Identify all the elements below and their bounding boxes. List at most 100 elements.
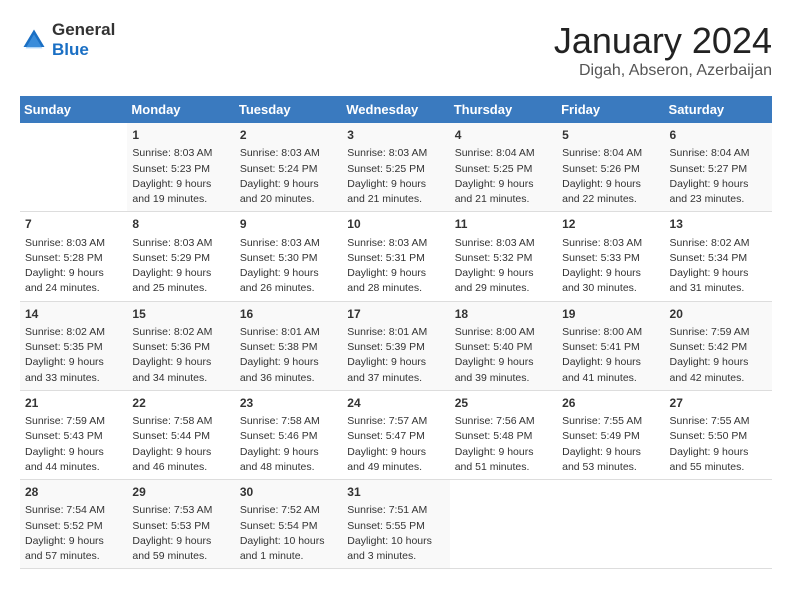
calendar-cell (20, 123, 127, 212)
day-number: 30 (240, 484, 337, 501)
header-day-monday: Monday (127, 96, 234, 123)
sunrise-text: Sunrise: 8:02 AM (132, 326, 212, 338)
daylight-text: Daylight: 9 hours and 55 minutes. (670, 446, 749, 473)
calendar-cell: 19Sunrise: 8:00 AMSunset: 5:41 PMDayligh… (557, 301, 664, 390)
sunrise-text: Sunrise: 7:55 AM (562, 415, 642, 427)
daylight-text: Daylight: 9 hours and 36 minutes. (240, 356, 319, 383)
daylight-text: Daylight: 9 hours and 24 minutes. (25, 267, 104, 294)
day-number: 31 (347, 484, 444, 501)
calendar-cell: 23Sunrise: 7:58 AMSunset: 5:46 PMDayligh… (235, 390, 342, 479)
day-number: 20 (670, 306, 767, 323)
day-number: 9 (240, 216, 337, 233)
calendar-cell: 12Sunrise: 8:03 AMSunset: 5:33 PMDayligh… (557, 212, 664, 301)
calendar-cell: 17Sunrise: 8:01 AMSunset: 5:39 PMDayligh… (342, 301, 449, 390)
sunrise-text: Sunrise: 8:00 AM (455, 326, 535, 338)
sunrise-text: Sunrise: 7:53 AM (132, 504, 212, 516)
sunrise-text: Sunrise: 8:02 AM (670, 237, 750, 249)
calendar-cell: 28Sunrise: 7:54 AMSunset: 5:52 PMDayligh… (20, 480, 127, 569)
calendar-week-row: 1 Sunrise: 8:03 AM Sunset: 5:23 PM Daylight… (20, 123, 772, 212)
calendar-cell: 13Sunrise: 8:02 AMSunset: 5:34 PMDayligh… (665, 212, 772, 301)
sunset-text: Sunset: 5:46 PM (240, 430, 318, 442)
daylight-text: Daylight: 9 hours and 57 minutes. (25, 535, 104, 562)
sunrise-text: Sunrise: 7:52 AM (240, 504, 320, 516)
sunset-text: Sunset: 5:27 PM (670, 163, 748, 175)
sunset-text: Sunset: 5:23 PM (132, 163, 210, 175)
sunrise-text: Sunrise: 8:04 AM (670, 147, 750, 159)
daylight-text: Daylight: 10 hours and 1 minute. (240, 535, 325, 562)
sunset-text: Sunset: 5:55 PM (347, 520, 425, 532)
sunset-text: Sunset: 5:36 PM (132, 341, 210, 353)
day-number: 4 (455, 127, 552, 144)
sunrise-text: Sunrise: 7:51 AM (347, 504, 427, 516)
sunrise-text: Sunrise: 7:58 AM (240, 415, 320, 427)
calendar-cell: 4 Sunrise: 8:04 AM Sunset: 5:25 PM Daylight… (450, 123, 557, 212)
sunrise-text: Sunrise: 7:59 AM (25, 415, 105, 427)
daylight-text: Daylight: 9 hours and 28 minutes. (347, 267, 426, 294)
daylight-text: Daylight: 9 hours and 20 minutes. (240, 178, 319, 205)
calendar-cell: 11Sunrise: 8:03 AMSunset: 5:32 PMDayligh… (450, 212, 557, 301)
sunset-text: Sunset: 5:30 PM (240, 252, 318, 264)
sunset-text: Sunset: 5:29 PM (132, 252, 210, 264)
calendar-cell: 2Sunrise: 8:03 AMSunset: 5:24 PMDaylight… (235, 123, 342, 212)
sunrise-text: Sunrise: 8:03 AM (347, 237, 427, 249)
sunrise-text: Sunrise: 7:59 AM (670, 326, 750, 338)
sunset-text: Sunset: 5:41 PM (562, 341, 640, 353)
calendar-cell: 31 Sunrise: 7:51 AM Sunset: 5:55 PM Dayligh… (342, 480, 449, 569)
sunset-text: Sunset: 5:25 PM (455, 163, 533, 175)
sunrise-text: Sunrise: 7:57 AM (347, 415, 427, 427)
day-number: 29 (132, 484, 229, 501)
sunrise-text: Sunrise: 8:03 AM (562, 237, 642, 249)
sunset-text: Sunset: 5:44 PM (132, 430, 210, 442)
calendar-cell: 20Sunrise: 7:59 AMSunset: 5:42 PMDayligh… (665, 301, 772, 390)
day-number: 16 (240, 306, 337, 323)
month-title: January 2024 (554, 20, 772, 62)
sunrise-text: Sunrise: 8:04 AM (455, 147, 535, 159)
day-number: 14 (25, 306, 122, 323)
calendar-cell: 9Sunrise: 8:03 AMSunset: 5:30 PMDaylight… (235, 212, 342, 301)
calendar-cell: 5Sunrise: 8:04 AMSunset: 5:26 PMDaylight… (557, 123, 664, 212)
daylight-text: Daylight: 9 hours and 42 minutes. (670, 356, 749, 383)
daylight-text: Daylight: 9 hours and 49 minutes. (347, 446, 426, 473)
sunset-text: Sunset: 5:24 PM (240, 163, 318, 175)
calendar-cell: 27Sunrise: 7:55 AMSunset: 5:50 PMDayligh… (665, 390, 772, 479)
day-number: 28 (25, 484, 122, 501)
day-number: 18 (455, 306, 552, 323)
sunset-text: Sunset: 5:48 PM (455, 430, 533, 442)
day-number: 1 (132, 127, 229, 144)
day-number: 6 (670, 127, 767, 144)
daylight-text: Daylight: 10 hours and 3 minutes. (347, 535, 432, 562)
sunset-text: Sunset: 5:26 PM (562, 163, 640, 175)
calendar-cell: 21Sunrise: 7:59 AMSunset: 5:43 PMDayligh… (20, 390, 127, 479)
calendar-cell: 29Sunrise: 7:53 AMSunset: 5:53 PMDayligh… (127, 480, 234, 569)
daylight-text: Daylight: 9 hours and 30 minutes. (562, 267, 641, 294)
sunrise-text: Sunrise: 8:02 AM (25, 326, 105, 338)
daylight-text: Daylight: 9 hours and 21 minutes. (347, 178, 426, 205)
calendar-cell: 25Sunrise: 7:56 AMSunset: 5:48 PMDayligh… (450, 390, 557, 479)
calendar-header-row: SundayMondayTuesdayWednesdayThursdayFrid… (20, 96, 772, 123)
header-day-thursday: Thursday (450, 96, 557, 123)
daylight-text: Daylight: 9 hours and 21 minutes. (455, 178, 534, 205)
logo-icon (20, 26, 48, 54)
daylight-text: Daylight: 9 hours and 46 minutes. (132, 446, 211, 473)
sunrise-text: Sunrise: 8:01 AM (240, 326, 320, 338)
page-header: General Blue January 2024 Digah, Abseron… (20, 20, 772, 80)
day-number: 7 (25, 216, 122, 233)
sunset-text: Sunset: 5:32 PM (455, 252, 533, 264)
calendar-cell: 10Sunrise: 8:03 AMSunset: 5:31 PMDayligh… (342, 212, 449, 301)
daylight-text: Daylight: 9 hours and 23 minutes. (670, 178, 749, 205)
calendar-cell: 24Sunrise: 7:57 AMSunset: 5:47 PMDayligh… (342, 390, 449, 479)
calendar-cell: 14Sunrise: 8:02 AMSunset: 5:35 PMDayligh… (20, 301, 127, 390)
day-number: 10 (347, 216, 444, 233)
daylight-text: Daylight: 9 hours and 59 minutes. (132, 535, 211, 562)
sunrise-text: Sunrise: 8:03 AM (347, 147, 427, 159)
sunset-text: Sunset: 5:54 PM (240, 520, 318, 532)
day-number: 19 (562, 306, 659, 323)
day-number: 8 (132, 216, 229, 233)
daylight-text: Daylight: 9 hours and 51 minutes. (455, 446, 534, 473)
sunrise-text: Sunrise: 8:01 AM (347, 326, 427, 338)
sunset-text: Sunset: 5:40 PM (455, 341, 533, 353)
calendar-cell: 22Sunrise: 7:58 AMSunset: 5:44 PMDayligh… (127, 390, 234, 479)
header-day-wednesday: Wednesday (342, 96, 449, 123)
day-number: 13 (670, 216, 767, 233)
calendar-cell: 7Sunrise: 8:03 AMSunset: 5:28 PMDaylight… (20, 212, 127, 301)
